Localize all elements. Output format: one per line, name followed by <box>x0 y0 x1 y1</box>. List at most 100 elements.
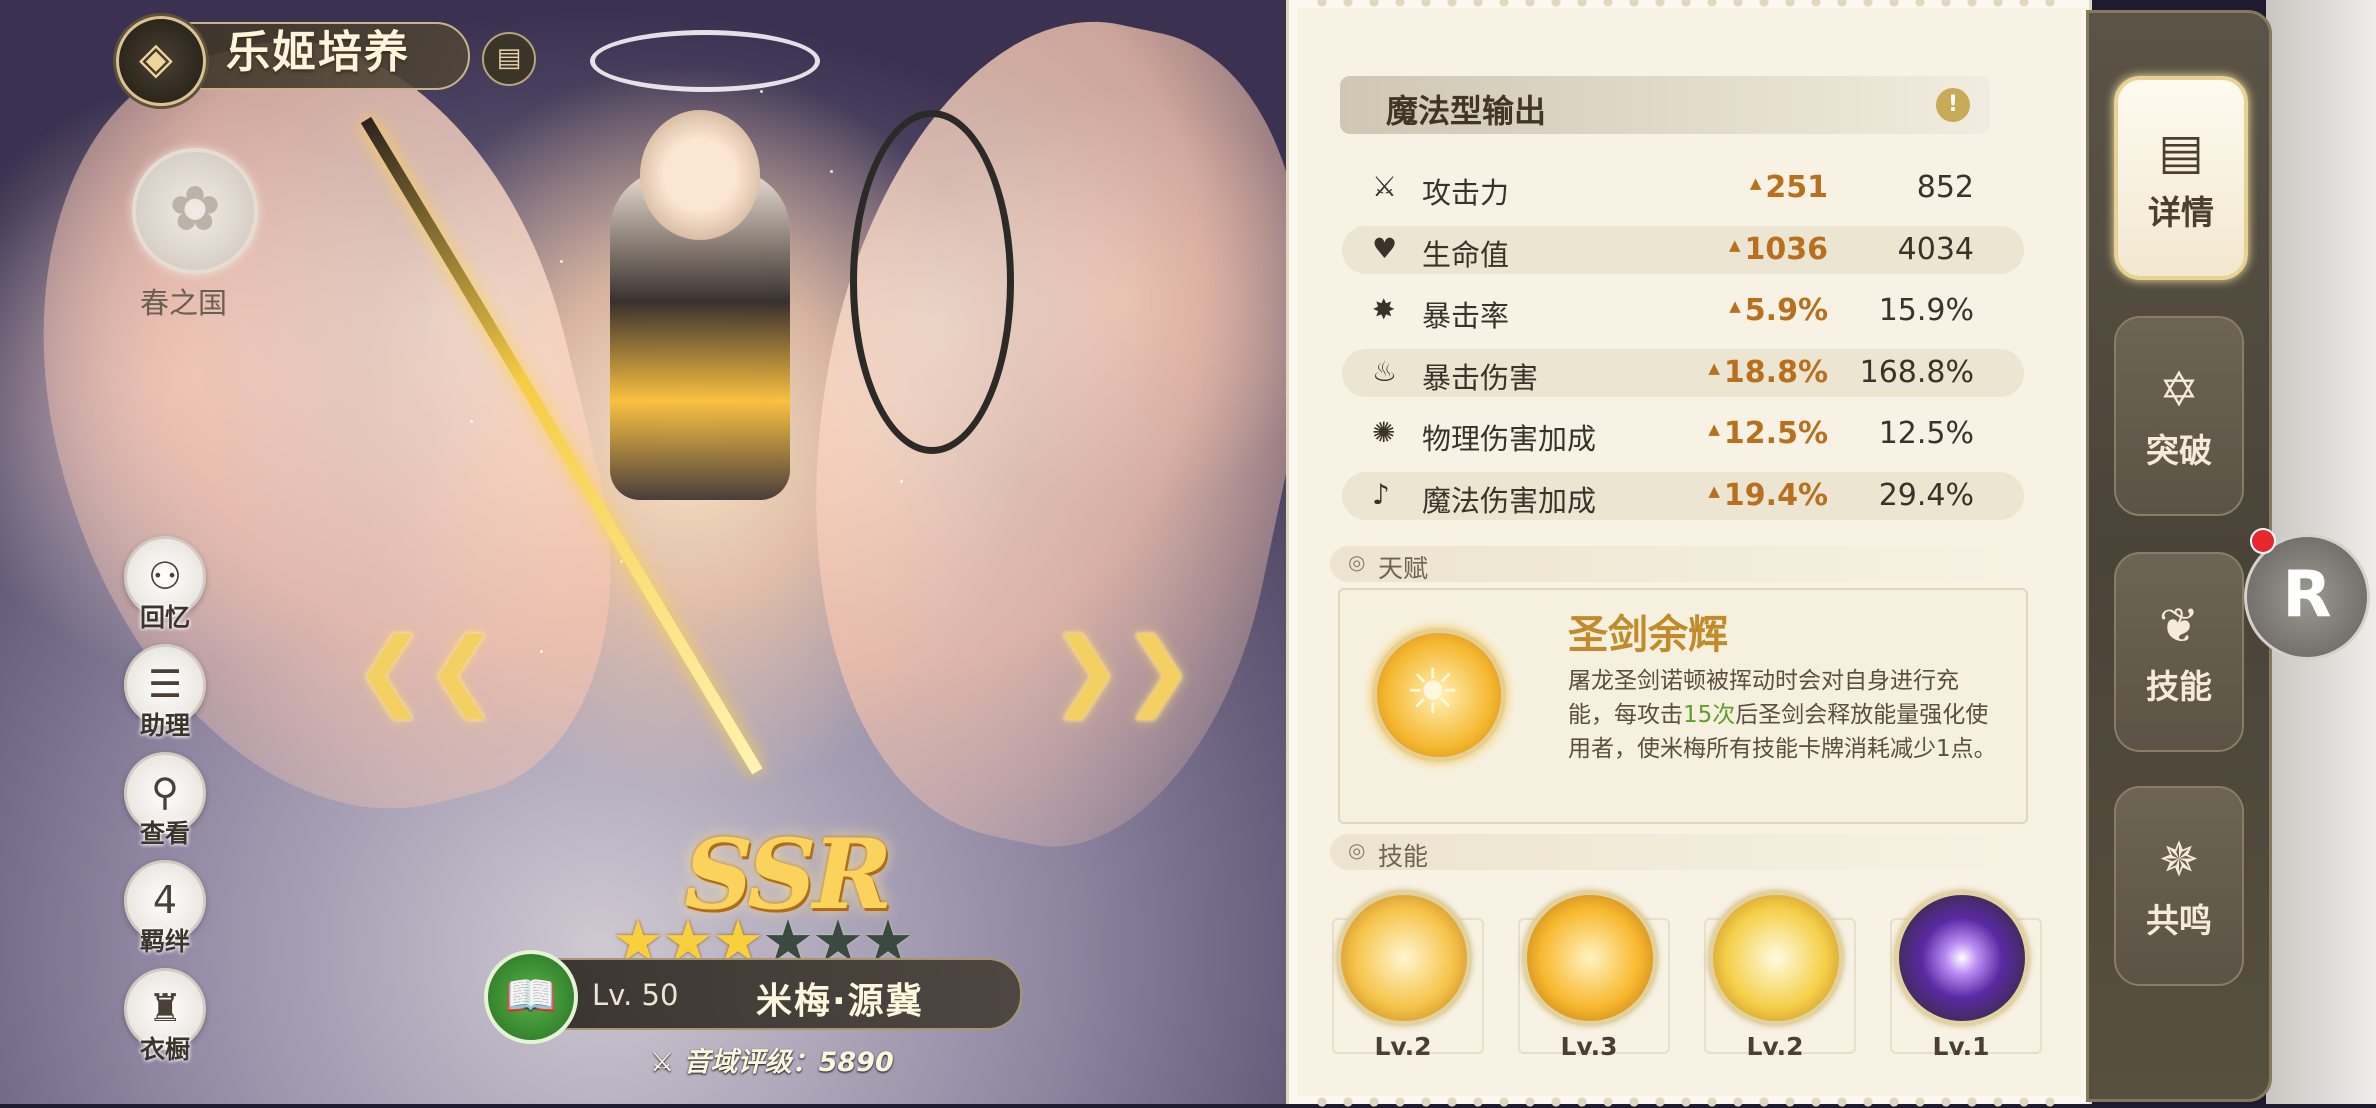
talent-highlight: 15次 <box>1683 702 1736 728</box>
skill-level: Lv.2 <box>1746 1032 1804 1061</box>
skill-level: Lv.3 <box>1560 1032 1618 1061</box>
book-icon: 📖 <box>504 971 558 1020</box>
stat-row-physical-bonus: ✺ 物理伤害加成 12.5% 12.5% <box>1342 410 2024 458</box>
stat-value: 852 <box>1916 170 1974 205</box>
faction-label: 春之国 <box>140 286 228 320</box>
skill-1-icon <box>1336 890 1472 1026</box>
next-character-arrow-icon[interactable]: ❯❯ <box>1050 620 1194 720</box>
left-wing <box>0 0 667 872</box>
stat-name: 生命值 <box>1422 237 1510 272</box>
stat-name: 物理伤害加成 <box>1422 422 1597 456</box>
skill-slot-1[interactable]: Lv.2 <box>1336 890 1472 1061</box>
wardrobe-label: 衣橱 <box>139 1035 190 1064</box>
sword-icon: ⚔ <box>1372 170 1398 203</box>
stat-row-attack: ⚔ 攻击力 251 852 <box>1342 164 2024 212</box>
dark-halo-ring <box>850 110 1014 454</box>
stat-bonus: 18.8% <box>1708 355 1828 390</box>
assistant-button[interactable]: ☰ 助理 <box>124 644 206 742</box>
diamond-back-icon: ◈ <box>139 33 173 84</box>
skill-slot-4[interactable]: Lv.1 <box>1894 890 2030 1061</box>
stat-name: 攻击力 <box>1422 176 1510 210</box>
tab-breakthrough[interactable]: ✡ 突破 <box>2114 316 2244 516</box>
faction-emblem[interactable]: ✿ <box>132 148 258 274</box>
skill-3-icon <box>1708 890 1844 1026</box>
range-rating: ⚔ 音域评级：5890 <box>650 1040 894 1079</box>
right-wing <box>739 0 1290 880</box>
bond-label: 羁绊 <box>139 927 190 956</box>
document-icon: ▤ <box>496 43 522 73</box>
level-up-button[interactable]: 📖 <box>484 950 578 1044</box>
stat-bonus: 12.5% <box>1708 416 1828 451</box>
wardrobe-button[interactable]: ♜ 衣橱 <box>124 968 206 1066</box>
stat-row-magic-bonus: ♪ 魔法伤害加成 19.4% 29.4% <box>1342 471 2024 520</box>
stat-bonus: 5.9% <box>1729 293 1828 328</box>
stat-value: 15.9% <box>1878 293 1974 328</box>
talent-description: 屠龙圣剑诺顿被挥动时会对自身进行充能，每攻击15次后圣剑会释放能量强化使用者，使… <box>1568 668 1997 762</box>
magic-icon: ♪ <box>1372 477 1390 511</box>
skill-4-icon <box>1894 890 2030 1026</box>
panel-border-bottom <box>1309 1096 2069 1108</box>
character-head <box>640 110 760 240</box>
skill-section-label: 技能 <box>1378 842 1429 871</box>
tab-label: 突破 <box>2146 431 2212 470</box>
memory-label: 回忆 <box>139 603 190 632</box>
breakthrough-icon: ✡ <box>2158 362 2200 418</box>
stat-value: 168.8% <box>1859 354 1974 390</box>
skill-level: Lv.1 <box>1932 1032 1990 1061</box>
tab-detail[interactable]: ▤ 详情 <box>2114 76 2248 280</box>
stat-bonus: 19.4% <box>1708 478 1828 513</box>
rating-text: 音域评级：5890 <box>683 1047 894 1078</box>
talent-portrait-icon: ☀ <box>1405 655 1461 728</box>
tab-label: 详情 <box>2148 193 2214 232</box>
back-button[interactable]: ◈ <box>116 16 206 106</box>
skill-section-header: ◎ 技能 <box>1330 834 2010 871</box>
view-label: 查看 <box>139 819 190 848</box>
detail-icon: ▤ <box>2158 124 2204 180</box>
talent-name: 圣剑余辉 <box>1568 611 1728 658</box>
page-title: 乐姬培养 <box>226 27 410 78</box>
stat-row-hp: ♥ 生命值 1036 4034 <box>1342 225 2024 274</box>
view-button[interactable]: ⚲ 查看 <box>124 752 206 850</box>
stat-name: 暴击率 <box>1422 299 1510 333</box>
stat-value: 4034 <box>1897 231 1974 267</box>
memory-button[interactable]: ⚇ 回忆 <box>124 536 206 634</box>
stat-value: 29.4% <box>1878 477 1974 513</box>
skill-slot-3[interactable]: Lv.2 <box>1708 890 1844 1061</box>
burst-icon: ✸ <box>1372 293 1396 326</box>
tab-label: 技能 <box>2146 667 2212 706</box>
heart-icon: ♥ <box>1372 231 1398 265</box>
panel-border-top <box>1309 0 2069 8</box>
skill-2-icon <box>1522 890 1658 1026</box>
stat-bonus: 1036 <box>1729 232 1829 267</box>
skill-level: Lv.2 <box>1374 1032 1432 1061</box>
talent-icon[interactable]: ☀ <box>1372 628 1506 762</box>
cherry-blossom-icon: ✿ <box>169 172 221 245</box>
tab-label: 共鸣 <box>2146 901 2212 940</box>
skill-slot-2[interactable]: Lv.3 <box>1522 890 1658 1061</box>
character-level: Lv. 50 <box>592 978 679 1012</box>
character-name: 米梅·源冀 <box>756 981 924 1022</box>
section-eye-icon: ◎ <box>1348 550 1366 574</box>
stat-bonus: 251 <box>1750 170 1828 205</box>
assistant-label: 助理 <box>139 711 190 740</box>
stat-row-crit-rate: ✸ 暴击率 5.9% 15.9% <box>1342 287 2024 335</box>
skill-tab-icon: ❦ <box>2158 598 2200 654</box>
stat-name: 暴击伤害 <box>1422 360 1539 395</box>
tab-skill[interactable]: ❦ 技能 <box>2114 552 2244 752</box>
section-eye-icon: ◎ <box>1348 838 1366 862</box>
stat-value: 12.5% <box>1878 416 1974 451</box>
prev-character-arrow-icon[interactable]: ❮❮ <box>354 620 498 720</box>
stat-row-crit-damage: ♨ 暴击伤害 18.8% 168.8% <box>1342 348 2024 397</box>
info-icon[interactable]: ! <box>1936 88 1970 122</box>
resonance-icon: ✵ <box>2158 832 2200 888</box>
talent-section-header: ◎ 天赋 <box>1330 546 2010 583</box>
bond-button[interactable]: 4 羁绊 <box>124 860 206 958</box>
document-button[interactable]: ▤ <box>482 32 536 86</box>
physical-icon: ✺ <box>1372 416 1396 449</box>
halo <box>590 30 820 92</box>
role-type: 魔法型输出 <box>1386 92 1547 130</box>
crit-damage-icon: ♨ <box>1372 354 1398 388</box>
crossed-swords-icon: ⚔ <box>650 1047 684 1078</box>
tab-resonance[interactable]: ✵ 共鸣 <box>2114 786 2244 986</box>
notification-dot <box>2250 528 2276 554</box>
